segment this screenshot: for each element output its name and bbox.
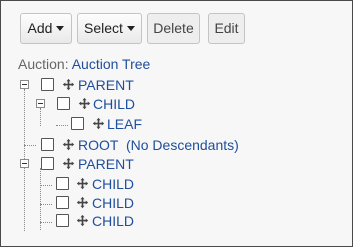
node-checkbox[interactable] bbox=[71, 117, 84, 130]
tree-guide-line bbox=[40, 222, 52, 223]
chevron-down-icon bbox=[56, 25, 65, 31]
edit-button[interactable]: Edit bbox=[208, 13, 245, 44]
select-button-label: Select bbox=[84, 20, 123, 36]
node-checkbox[interactable] bbox=[41, 138, 54, 151]
node-label[interactable]: CHILD bbox=[92, 176, 134, 192]
move-arrows-icon[interactable] bbox=[92, 117, 105, 130]
move-arrows-icon[interactable] bbox=[62, 138, 75, 151]
move-arrows-icon[interactable] bbox=[76, 196, 89, 209]
move-arrows-icon[interactable] bbox=[78, 97, 91, 110]
tree-guide-line bbox=[40, 168, 41, 230]
tree-guide-line bbox=[40, 185, 52, 186]
node-label[interactable]: ROOT (No Descendants) bbox=[78, 137, 239, 153]
edit-button-label: Edit bbox=[214, 20, 239, 36]
collapse-toggle-icon[interactable] bbox=[20, 159, 29, 168]
node-label[interactable]: CHILD bbox=[92, 213, 134, 229]
tree-title-link[interactable]: Auction Tree bbox=[72, 56, 151, 72]
tree-panel: Add Select Delete Edit Auction: Auction … bbox=[0, 0, 353, 247]
tree-guide-line bbox=[24, 145, 36, 146]
delete-button[interactable]: Delete bbox=[147, 13, 200, 44]
node-checkbox[interactable] bbox=[56, 196, 69, 209]
tree-title-prefix: Auction: bbox=[18, 56, 69, 72]
tree-title: Auction: Auction Tree bbox=[18, 55, 150, 73]
move-arrows-icon[interactable] bbox=[62, 78, 75, 91]
collapse-toggle-icon[interactable] bbox=[36, 99, 45, 108]
select-button[interactable]: Select bbox=[77, 13, 142, 44]
tree-guide-line bbox=[56, 125, 68, 126]
add-button[interactable]: Add bbox=[20, 13, 72, 44]
node-checkbox[interactable] bbox=[57, 97, 70, 110]
collapse-toggle-icon[interactable] bbox=[20, 80, 29, 89]
node-checkbox[interactable] bbox=[41, 157, 54, 170]
move-arrows-icon[interactable] bbox=[62, 157, 75, 170]
move-arrows-icon[interactable] bbox=[76, 214, 89, 227]
add-button-label: Add bbox=[27, 20, 53, 36]
move-arrows-icon[interactable] bbox=[76, 177, 89, 190]
node-label[interactable]: PARENT bbox=[78, 156, 134, 172]
node-label[interactable]: LEAF bbox=[107, 116, 142, 132]
node-label[interactable]: PARENT bbox=[78, 77, 134, 93]
node-checkbox[interactable] bbox=[56, 214, 69, 227]
node-checkbox[interactable] bbox=[41, 78, 54, 91]
tree-guide-line bbox=[40, 108, 41, 126]
node-checkbox[interactable] bbox=[56, 177, 69, 190]
tree-guide-line bbox=[40, 204, 52, 205]
node-label[interactable]: CHILD bbox=[93, 96, 135, 112]
chevron-down-icon bbox=[126, 25, 135, 31]
delete-button-label: Delete bbox=[153, 20, 194, 36]
node-label[interactable]: CHILD bbox=[92, 195, 134, 211]
